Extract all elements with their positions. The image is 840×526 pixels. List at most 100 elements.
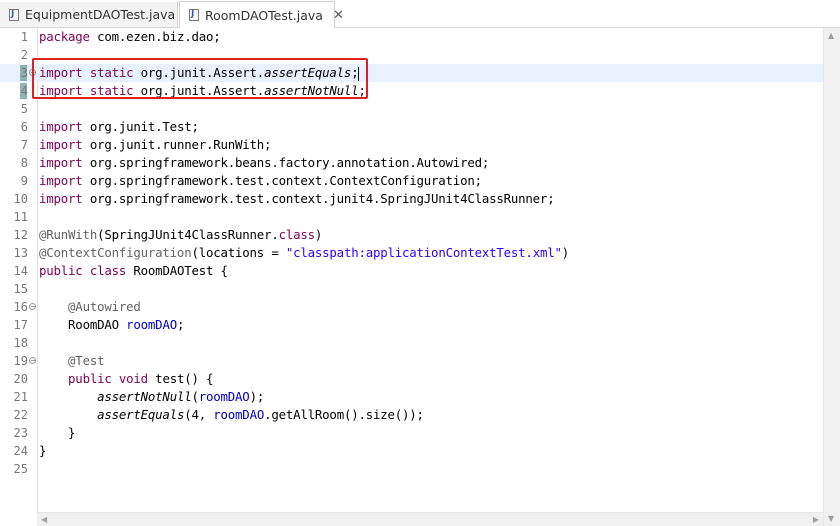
code-text: assertEquals(4, roomDAO.getAllRoom().siz… [39, 406, 424, 424]
keyword: void [118, 371, 148, 386]
code-line-18[interactable]: 18 [0, 334, 823, 352]
code-editor[interactable]: 1 package com.ezen.biz.dao; 2 3 − import… [0, 28, 840, 526]
code-token: RoomDAO [68, 317, 127, 332]
code-line-14[interactable]: 14 public class RoomDAOTest { [0, 262, 823, 280]
code-line-1[interactable]: 1 package com.ezen.biz.dao; [0, 28, 823, 46]
code-token: .getAllRoom().size()); [264, 407, 424, 422]
code-line-21[interactable]: 21 assertNotNull(roomDAO); [0, 388, 823, 406]
line-number: 10 [13, 192, 28, 206]
code-line-8[interactable]: 8 import org.springframework.beans.facto… [0, 154, 823, 172]
line-number: 23 [13, 426, 28, 440]
line-number: 8 [20, 156, 28, 170]
annotation: @ContextConfiguration [39, 245, 192, 260]
keyword: package [39, 29, 90, 44]
code-line-19[interactable]: 19 − @Test [0, 352, 823, 370]
line-number: 9 [20, 174, 28, 188]
line-number: 5 [20, 102, 28, 116]
code-token: ; [176, 317, 185, 332]
code-text: } [39, 424, 75, 442]
code-token: com.ezen.biz.dao; [89, 29, 221, 44]
code-token: } [68, 425, 76, 440]
scroll-down-icon[interactable]: ▼ [828, 514, 834, 523]
code-text: import org.junit.Test; [39, 118, 199, 136]
line-number: 2 [20, 48, 28, 62]
code-token: org.springframework.test.context.junit4.… [82, 191, 555, 206]
code-line-6[interactable]: 6 import org.junit.Test; [0, 118, 823, 136]
vertical-scrollbar[interactable]: ▲ ▼ [823, 28, 840, 526]
code-token: test() { [147, 371, 214, 386]
field-name: roomDAO [126, 317, 177, 332]
code-line-17[interactable]: 17 RoomDAO roomDAO; [0, 316, 823, 334]
code-text: import org.springframework.beans.factory… [39, 154, 489, 172]
scroll-up-icon[interactable]: ▲ [828, 31, 834, 40]
code-line-24[interactable]: 24 } [0, 442, 823, 460]
annotation: @Autowired [68, 299, 141, 314]
tab-roomdaotest[interactable]: J RoomDAOTest.java ✕ [179, 1, 344, 28]
close-tab-icon[interactable]: ✕ [333, 8, 344, 23]
code-line-25[interactable]: 25 [0, 460, 823, 478]
code-text: @ContextConfiguration(locations = "class… [39, 244, 569, 262]
code-line-13[interactable]: 13 @ContextConfiguration(locations = "cl… [0, 244, 823, 262]
string-literal: "classpath:applicationContextTest.xml" [285, 245, 562, 260]
annotation: @RunWith [39, 227, 98, 242]
keyword: import [39, 137, 83, 152]
field-name: roomDAO [213, 407, 265, 422]
tab-equipmentdaotest[interactable]: J EquipmentDAOTest.java [0, 2, 178, 27]
code-line-10[interactable]: 10 import org.springframework.test.conte… [0, 190, 823, 208]
line-number: 19 [13, 354, 28, 368]
fold-toggle-icon[interactable]: − [29, 357, 37, 365]
code-token: ( [191, 389, 199, 404]
line-number: 15 [13, 282, 28, 296]
line-number: 20 [13, 372, 28, 386]
code-line-15[interactable]: 15 [0, 280, 823, 298]
code-text: RoomDAO roomDAO; [39, 316, 184, 334]
code-text: import org.springframework.test.context.… [39, 172, 482, 190]
code-line-16[interactable]: 16 − @Autowired [0, 298, 823, 316]
code-line-23[interactable]: 23 } [0, 424, 823, 442]
keyword: import [39, 155, 83, 170]
scroll-right-icon[interactable]: ▶ [813, 515, 819, 524]
code-token: RoomDAOTest { [126, 263, 228, 278]
code-line-20[interactable]: 20 public void test() { [0, 370, 823, 388]
editor-tab-bar: J EquipmentDAOTest.java J RoomDAOTest.ja… [0, 0, 840, 28]
line-number: 6 [20, 120, 28, 134]
keyword: class [89, 263, 127, 278]
code-text: import org.junit.runner.RunWith; [39, 136, 272, 154]
code-line-5[interactable]: 5 [0, 100, 823, 118]
line-number: 24 [13, 444, 28, 458]
tab-label: RoomDAOTest.java [205, 7, 323, 23]
line-number: 13 [13, 246, 28, 260]
code-line-11[interactable]: 11 [0, 208, 823, 226]
code-text: @Test [39, 352, 105, 370]
line-number: 18 [13, 336, 28, 350]
tab-label: EquipmentDAOTest.java [25, 7, 176, 22]
code-text: assertNotNull(roomDAO); [39, 388, 264, 406]
code-line-22[interactable]: 22 assertEquals(4, roomDAO.getAllRoom().… [0, 406, 823, 424]
code-token: ) [314, 227, 323, 242]
code-line-9[interactable]: 9 import org.springframework.test.contex… [0, 172, 823, 190]
code-text: public void test() { [39, 370, 213, 388]
code-text: } [39, 442, 46, 460]
line-number: 3 [20, 66, 28, 80]
line-number: 12 [13, 228, 28, 242]
fold-toggle-icon[interactable]: − [29, 303, 37, 311]
annotation: @Test [68, 353, 105, 368]
code-token: (4, [184, 407, 214, 422]
line-number: 11 [13, 210, 28, 224]
line-number: 7 [20, 138, 28, 152]
java-file-icon: J [189, 9, 199, 21]
code-line-12[interactable]: 12 @RunWith(SpringJUnit4ClassRunner.clas… [0, 226, 823, 244]
keyword: class [278, 227, 316, 242]
line-number: 17 [13, 318, 28, 332]
code-token: org.springframework.beans.factory.annota… [82, 155, 490, 170]
line-number: 22 [13, 408, 28, 422]
horizontal-scrollbar[interactable]: ◀ ▶ [37, 512, 823, 526]
code-token: (locations = [191, 245, 286, 260]
code-line-7[interactable]: 7 import org.junit.runner.RunWith; [0, 136, 823, 154]
keyword: import [39, 173, 83, 188]
line-number: 1 [20, 30, 28, 44]
line-number: 25 [13, 462, 28, 476]
scroll-left-icon[interactable]: ◀ [41, 515, 47, 524]
code-token: org.junit.Test; [82, 119, 199, 134]
code-text: public class RoomDAOTest { [39, 262, 228, 280]
